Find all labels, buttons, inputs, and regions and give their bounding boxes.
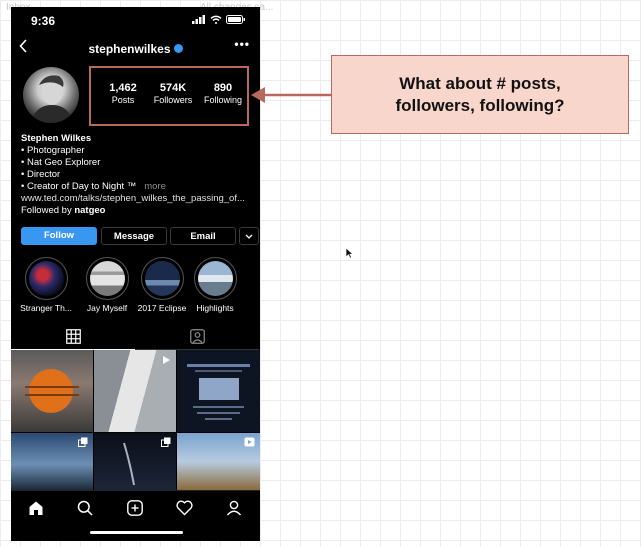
post-thumbnail-event[interactable]: [177, 350, 260, 432]
post-thumbnail-video[interactable]: [94, 350, 176, 432]
home-indicator: [90, 531, 183, 534]
highlight-item[interactable]: Stranger Th...: [17, 257, 75, 313]
bio-line: • Photographer: [21, 145, 85, 156]
tab-posts-grid[interactable]: [11, 323, 135, 350]
avatar[interactable]: [23, 67, 79, 123]
bio-more-link[interactable]: more: [144, 181, 166, 192]
post-thumbnail-comet[interactable]: [94, 433, 176, 490]
wifi-icon: [210, 15, 222, 24]
bio-name: Stephen Wilkes: [21, 133, 92, 144]
tagged-icon: [189, 328, 205, 344]
profile-bio: Stephen Wilkes • Photographer • Nat Geo …: [21, 133, 253, 217]
home-icon[interactable]: [25, 497, 47, 519]
highlight-thumbnail: [144, 261, 180, 296]
bio-line: • Creator of Day to Night ™: [21, 181, 137, 192]
phone-screen: 9:36 stephenwilkes ••• 1,462 Posts 574K …: [11, 7, 260, 541]
profile-actions: Follow Message Email: [21, 227, 259, 245]
annotation-arrow: [251, 87, 331, 103]
post-thumbnail-city[interactable]: [177, 433, 260, 490]
highlight-label: Stranger Th...: [20, 303, 72, 313]
tab-tagged[interactable]: [135, 323, 259, 350]
stat-following[interactable]: 890 Following: [199, 82, 247, 105]
highlight-label: 2017 Eclipse: [137, 303, 187, 313]
add-post-icon[interactable]: [124, 497, 146, 519]
highlight-ring: [140, 257, 184, 300]
mouse-cursor-icon: [345, 247, 354, 259]
highlight-item[interactable]: 2017 Eclipse: [133, 257, 191, 313]
bio-followed-by: Followed by natgeo: [21, 205, 253, 217]
status-time: 9:36: [31, 14, 56, 28]
carousel-icon: [78, 437, 88, 447]
posts-grid: [11, 350, 260, 490]
posts-count: 1,462: [109, 82, 137, 94]
more-options-icon[interactable]: •••: [234, 37, 250, 51]
story-highlights: Stranger Th... Jay Myself 2017 Eclipse H…: [15, 257, 260, 317]
grid-icon: [65, 328, 81, 344]
post-thumbnail-sunset[interactable]: [11, 350, 93, 432]
annotation-callout: What about # posts, followers, following…: [331, 55, 629, 134]
status-bar: 9:36: [11, 7, 260, 35]
following-label: Following: [203, 95, 243, 105]
message-button[interactable]: Message: [101, 227, 167, 245]
bio-website-link[interactable]: www.ted.com/talks/stephen_wilkes_the_pas…: [21, 193, 253, 205]
highlight-label: Highlights: [196, 303, 234, 313]
stat-posts[interactable]: 1,462 Posts: [101, 82, 145, 105]
highlight-item[interactable]: Highlights: [186, 257, 244, 313]
stat-followers[interactable]: 574K Followers: [149, 82, 197, 105]
followed-by-prefix: Followed by: [21, 205, 75, 216]
highlight-thumbnail: [28, 261, 64, 296]
bio-line: • Director: [21, 169, 61, 180]
followed-by-user[interactable]: natgeo: [74, 205, 105, 216]
stats-highlight-box: 1,462 Posts 574K Followers 890 Following: [89, 66, 249, 126]
suggested-dropdown-button[interactable]: [239, 227, 259, 245]
profile-tabs: [11, 323, 260, 350]
video-play-icon: [163, 356, 170, 364]
posts-label: Posts: [111, 95, 135, 105]
highlight-ring: [24, 257, 68, 300]
profile-icon[interactable]: [223, 497, 245, 519]
highlight-item[interactable]: Jay Myself: [78, 257, 136, 313]
highlight-label: Jay Myself: [86, 303, 128, 313]
heart-icon[interactable]: [173, 497, 195, 519]
followers-label: Followers: [153, 95, 193, 105]
profile-username: stephenwilkes: [88, 42, 171, 56]
follow-button[interactable]: Follow: [21, 227, 97, 245]
bio-line-last: • Creator of Day to Night ™ more: [21, 181, 253, 193]
status-icons: [192, 15, 246, 24]
highlight-thumbnail: [197, 261, 233, 296]
highlight-thumbnail: [89, 261, 125, 296]
bio-line: • Nat Geo Explorer: [21, 157, 101, 168]
video-icon: [244, 437, 255, 447]
carousel-icon: [161, 437, 171, 447]
profile-username-wrap: stephenwilkes: [11, 42, 260, 56]
highlight-ring: [193, 257, 237, 300]
profile-header: stephenwilkes •••: [11, 37, 260, 61]
battery-icon: [226, 15, 245, 24]
callout-text: What about # posts, followers, following…: [395, 73, 565, 115]
followers-count: 574K: [159, 82, 187, 94]
verified-badge-icon: [173, 44, 183, 54]
signal-icon: [192, 15, 205, 24]
following-count: 890: [213, 82, 233, 94]
chevron-down-icon: [245, 234, 253, 239]
search-icon[interactable]: [74, 497, 96, 519]
highlight-ring: [85, 257, 129, 300]
email-button[interactable]: Email: [170, 227, 236, 245]
post-thumbnail-sky[interactable]: [11, 433, 93, 490]
